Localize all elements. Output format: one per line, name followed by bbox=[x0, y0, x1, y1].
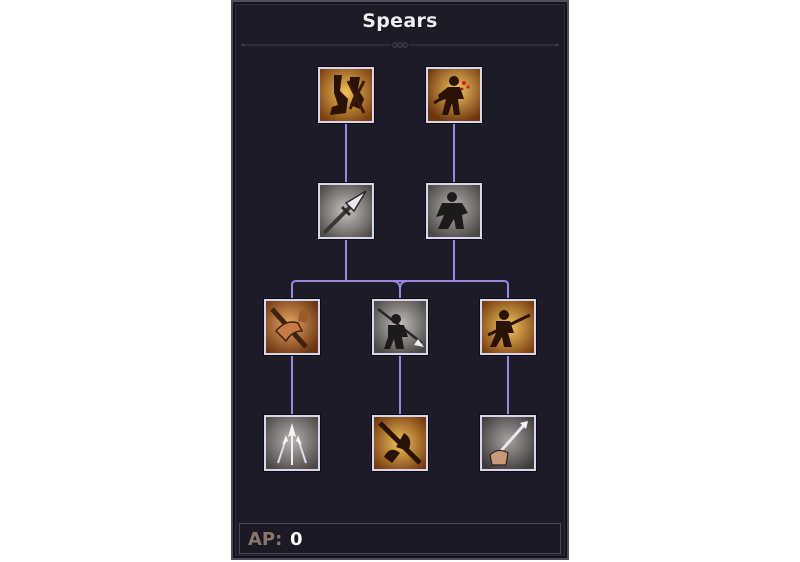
skill-tree-panel: Spears AP: 0 bbox=[231, 0, 569, 560]
spear-volley-icon bbox=[266, 417, 318, 469]
skill-arm-strike[interactable] bbox=[264, 299, 320, 355]
arm-strike-icon bbox=[266, 301, 318, 353]
skill-bleeding-warrior[interactable] bbox=[426, 67, 482, 123]
ap-value: 0 bbox=[290, 529, 303, 550]
skill-spear-tip[interactable] bbox=[318, 183, 374, 239]
title-divider bbox=[241, 42, 559, 48]
panel-title: Spears bbox=[362, 10, 438, 32]
skill-spear-volley[interactable] bbox=[264, 415, 320, 471]
skill-boots-strike[interactable] bbox=[318, 67, 374, 123]
skill-crouching-figure[interactable] bbox=[426, 183, 482, 239]
skill-spear-throw[interactable] bbox=[372, 299, 428, 355]
spear-charge-icon bbox=[482, 301, 534, 353]
ap-label: AP: bbox=[248, 529, 283, 550]
spear-tip-icon bbox=[320, 185, 372, 237]
spear-throw-icon bbox=[374, 301, 426, 353]
boots-strike-icon bbox=[320, 69, 372, 121]
skill-spear-charge[interactable] bbox=[480, 299, 536, 355]
skill-hand-grip-spear[interactable] bbox=[480, 415, 536, 471]
action-points-bar: AP: 0 bbox=[239, 523, 561, 554]
bleeding-warrior-icon bbox=[428, 69, 480, 121]
skill-crossed-spears[interactable] bbox=[372, 415, 428, 471]
crossed-spears-icon bbox=[374, 417, 426, 469]
crouching-figure-icon bbox=[428, 185, 480, 237]
tree-connectors bbox=[291, 123, 509, 414]
hand-grip-spear-icon bbox=[482, 417, 534, 469]
